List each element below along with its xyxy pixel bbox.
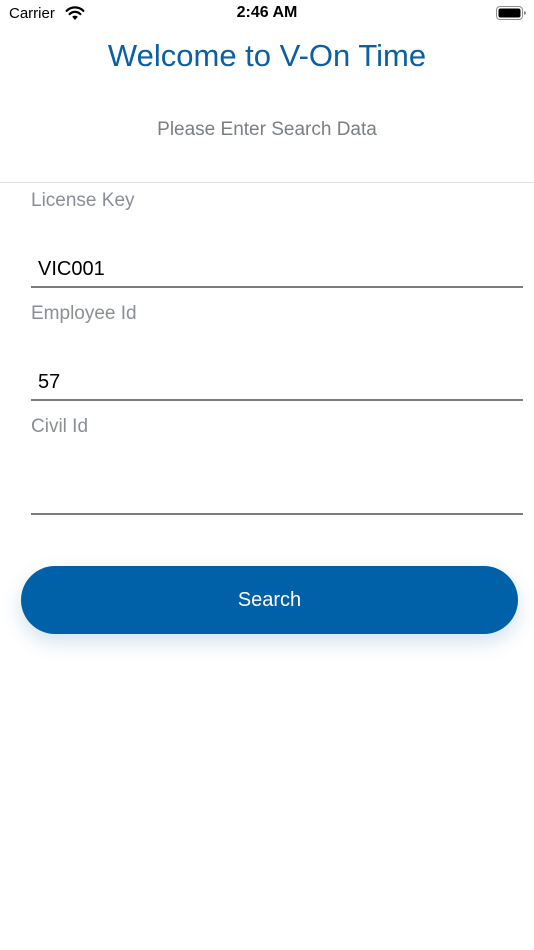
civil-id-label: Civil Id — [31, 416, 89, 437]
civil-id-input[interactable] — [31, 479, 523, 515]
license-key-label: License Key — [31, 190, 135, 211]
divider — [0, 182, 534, 183]
battery-icon — [496, 6, 527, 21]
status-bar: Carrier 2:46 AM — [0, 0, 534, 28]
search-button[interactable]: Search — [21, 566, 518, 634]
employee-id-label: Employee Id — [31, 303, 137, 324]
employee-id-input[interactable] — [31, 365, 523, 401]
status-time: 2:46 AM — [236, 4, 298, 21]
page-subtitle: Please Enter Search Data — [157, 119, 377, 140]
license-key-input[interactable] — [31, 252, 523, 288]
page-title: Welcome to V-On Time — [107, 38, 427, 73]
